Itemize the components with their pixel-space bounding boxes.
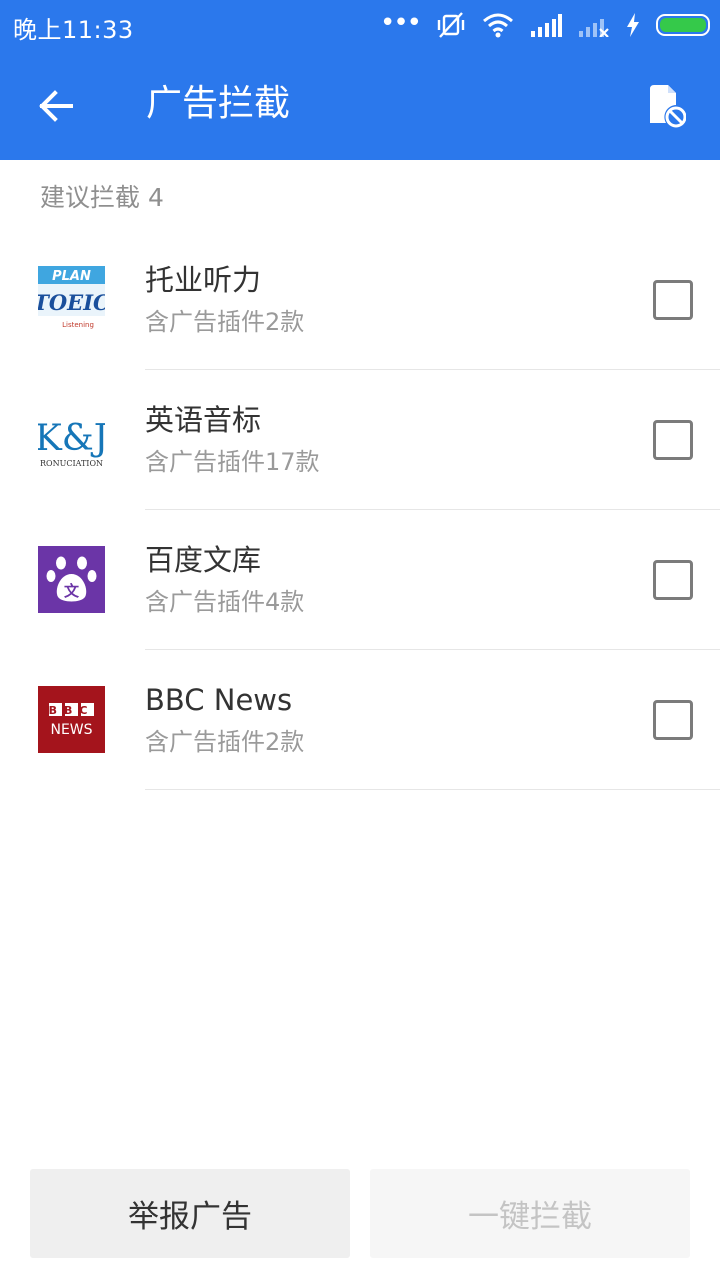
svg-text:K&J: K&J <box>38 418 105 459</box>
status-time: 晚上11:33 <box>13 16 134 44</box>
bbc-news-app-icon: BBC NEWS <box>38 686 105 753</box>
vibrate-off-icon <box>436 11 466 39</box>
list-item[interactable]: PLAN TOEIC Listening 托业听力 含广告插件2款 <box>0 230 720 370</box>
toeic-app-icon: PLAN TOEIC Listening <box>38 266 105 333</box>
app-ad-count: 含广告插件2款 <box>145 728 305 756</box>
svg-text:RONUCIATION: RONUCIATION <box>40 459 103 468</box>
battery-icon <box>656 14 710 36</box>
baidu-wenku-app-icon: 文 <box>38 546 105 613</box>
select-checkbox[interactable] <box>653 420 693 460</box>
header-bar: 晚上11:33 ••• 广告拦截 <box>0 0 720 160</box>
app-bar: 广告拦截 <box>0 50 720 160</box>
app-name: 托业听力 <box>145 263 262 297</box>
blocked-file-icon <box>650 85 686 128</box>
select-checkbox[interactable] <box>653 560 693 600</box>
bottom-actions: 举报广告 一键拦截 <box>0 1168 720 1260</box>
status-bar: 晚上11:33 ••• <box>0 0 720 50</box>
arrow-left-icon <box>39 90 73 122</box>
svg-text:文: 文 <box>64 582 80 600</box>
signal-icon <box>530 13 562 37</box>
list-item[interactable]: BBC NEWS BBC News 含广告插件2款 <box>0 650 720 790</box>
charging-icon <box>626 13 640 37</box>
svg-text:BBC: BBC <box>49 704 95 717</box>
app-ad-count: 含广告插件4款 <box>145 588 305 616</box>
app-name: 英语音标 <box>145 403 262 437</box>
report-ad-button[interactable]: 举报广告 <box>30 1169 350 1258</box>
wifi-icon <box>482 12 514 38</box>
app-list: PLAN TOEIC Listening 托业听力 含广告插件2款 K&J RO… <box>0 230 720 790</box>
kj-app-icon: K&J RONUCIATION <box>38 406 105 473</box>
status-icons: ••• <box>379 8 710 39</box>
block-all-button[interactable]: 一键拦截 <box>370 1169 690 1258</box>
page-title: 广告拦截 <box>146 83 291 124</box>
more-notifications-icon: ••• <box>379 8 422 38</box>
divider <box>145 789 720 790</box>
select-checkbox[interactable] <box>653 700 693 740</box>
block-list-button[interactable] <box>638 78 694 134</box>
app-ad-count: 含广告插件2款 <box>145 308 305 336</box>
svg-text:NEWS: NEWS <box>50 722 92 738</box>
battery-level <box>660 18 706 32</box>
svg-text:Listening: Listening <box>62 321 94 329</box>
list-item[interactable]: K&J RONUCIATION 英语音标 含广告插件17款 <box>0 370 720 510</box>
svg-text:PLAN: PLAN <box>52 269 91 284</box>
app-ad-count: 含广告插件17款 <box>145 448 320 476</box>
back-button[interactable] <box>26 76 86 136</box>
app-name: 百度文库 <box>145 543 262 577</box>
app-name: BBC News <box>145 683 293 717</box>
section-header: 建议拦截 4 <box>40 183 164 212</box>
svg-text:TOEIC: TOEIC <box>38 290 105 315</box>
signal-no-sim-icon <box>578 13 610 37</box>
list-item[interactable]: 文 百度文库 含广告插件4款 <box>0 510 720 650</box>
select-checkbox[interactable] <box>653 280 693 320</box>
